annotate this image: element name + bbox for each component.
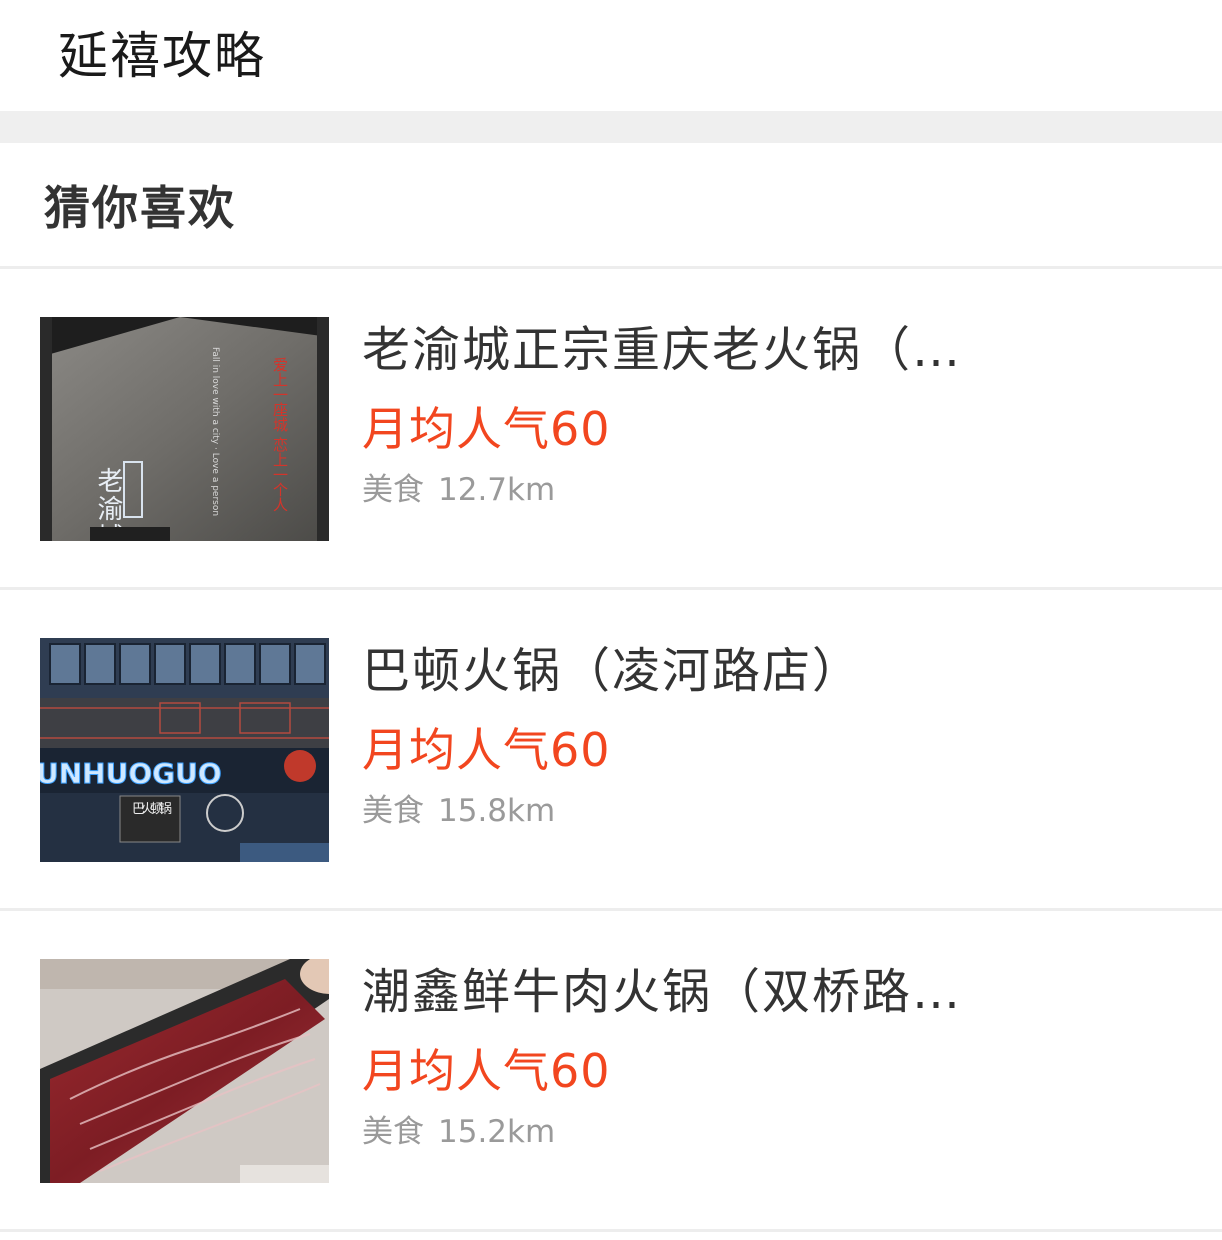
- restaurant-name[interactable]: 潮鑫鲜牛肉火锅（双桥路...: [362, 959, 962, 1026]
- category-label: 美食: [362, 472, 424, 508]
- svg-text:巴火 顿锅: 巴火 顿锅: [132, 801, 172, 817]
- restaurant-thumbnail[interactable]: UNHUOGUO 巴火 顿锅: [40, 638, 329, 862]
- item-meta: 美食 12.7km: [362, 469, 555, 512]
- restaurant-name[interactable]: 老渝城正宗重庆老火锅（...: [362, 317, 962, 384]
- popularity-text: 月均人气60: [362, 723, 611, 777]
- category-label: 美食: [362, 1114, 424, 1150]
- neon-sign: UNHUOGUO: [40, 757, 222, 791]
- list-item[interactable]: 老渝城 爱上一座城 恋上一个人 Fall in love with a city…: [0, 269, 1222, 590]
- list-item[interactable]: UNHUOGUO 巴火 顿锅 巴顿火锅（凌河路店） 月均人气60 美食 15.8k…: [0, 590, 1222, 911]
- popularity-text: 月均人气60: [362, 1044, 611, 1098]
- svg-text:UNHUOGUO: UNHUOGUO: [40, 757, 222, 790]
- category-label: 美食: [362, 793, 424, 829]
- restaurant-thumbnail[interactable]: [40, 959, 329, 1183]
- popularity-text: 月均人气60: [362, 402, 611, 456]
- page-title: 延禧攻略: [58, 26, 266, 85]
- distance-label: 12.7km: [438, 472, 556, 508]
- plaque-text: 巴火 顿锅: [132, 801, 172, 817]
- recommend-list: 老渝城 爱上一座城 恋上一个人 Fall in love with a city…: [0, 269, 1222, 1232]
- restaurant-photo-badun: UNHUOGUO 巴火 顿锅: [40, 638, 329, 862]
- top-header: 延禧攻略: [0, 0, 1222, 111]
- list-item[interactable]: 潮鑫鲜牛肉火锅（双桥路... 月均人气60 美食 15.2km: [0, 911, 1222, 1232]
- white-sign-text: Fall in love with a city · Love a person: [210, 347, 220, 516]
- item-meta: 美食 15.2km: [362, 1111, 555, 1154]
- restaurant-photo-beef: [40, 959, 329, 1183]
- section-title: 猜你喜欢: [44, 180, 236, 235]
- distance-label: 15.2km: [438, 1114, 556, 1150]
- section-gap: [0, 111, 1222, 143]
- red-sign-text: 爱上一座城 恋上一个人: [271, 357, 289, 512]
- svg-text:爱上一座城 恋上一个人: 爱上一座城 恋上一个人: [271, 357, 289, 512]
- svg-text:Fall in love with a city · Lov: Fall in love with a city · Love a person: [210, 347, 220, 516]
- restaurant-thumbnail[interactable]: 老渝城 爱上一座城 恋上一个人 Fall in love with a city…: [40, 317, 329, 541]
- item-meta: 美食 15.8km: [362, 790, 555, 833]
- distance-label: 15.8km: [438, 793, 556, 829]
- restaurant-name[interactable]: 巴顿火锅（凌河路店）: [362, 638, 962, 705]
- restaurant-photo-laoyucheng: 老渝城 爱上一座城 恋上一个人 Fall in love with a city…: [40, 317, 329, 541]
- recommend-section-header: 猜你喜欢: [0, 143, 1222, 269]
